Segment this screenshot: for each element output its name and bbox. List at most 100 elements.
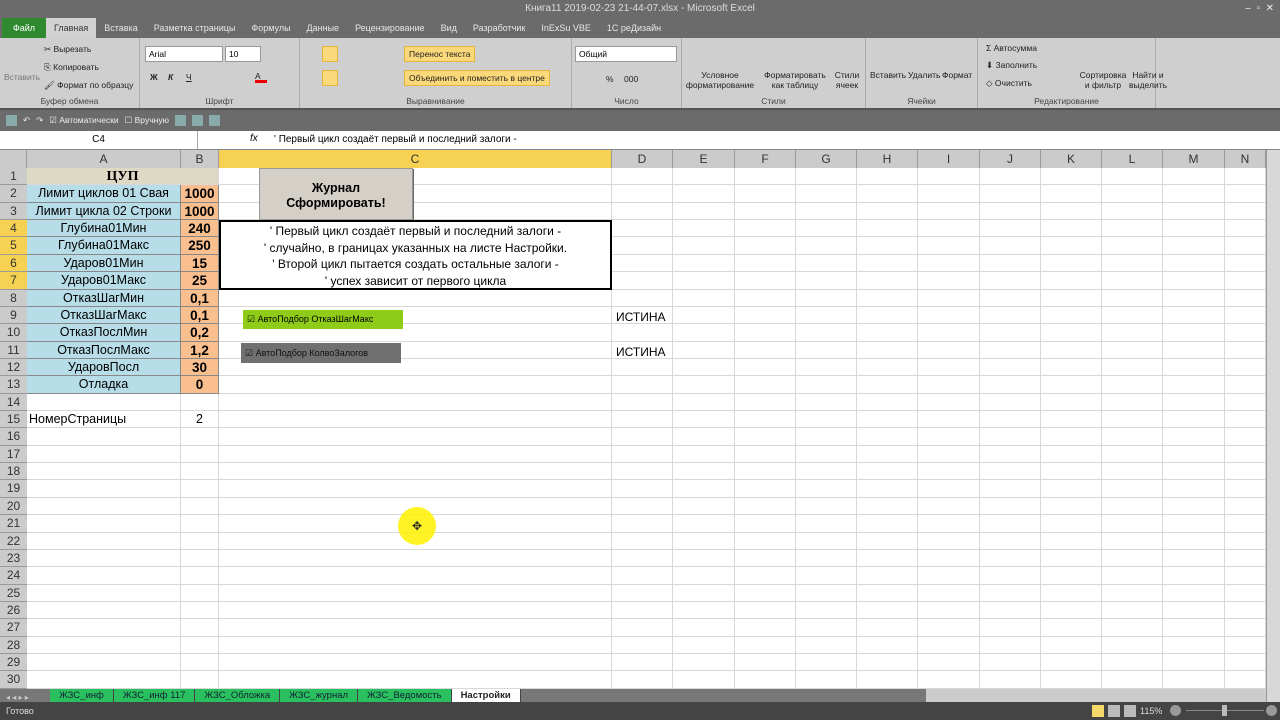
- cell-B28[interactable]: [181, 636, 219, 655]
- cell-J21[interactable]: [980, 515, 1041, 533]
- cell-F9[interactable]: [735, 306, 796, 325]
- cell-D13[interactable]: [612, 376, 673, 394]
- cell-B27[interactable]: [181, 619, 219, 637]
- cell-I13[interactable]: [918, 376, 980, 394]
- cell-H1[interactable]: [857, 168, 918, 186]
- column-header-H[interactable]: H: [857, 150, 918, 168]
- cell-J30[interactable]: [980, 671, 1041, 689]
- cell-A8[interactable]: ОтказШагМин: [27, 289, 181, 307]
- cell-H17[interactable]: [857, 445, 918, 464]
- cell-K13[interactable]: [1041, 376, 1102, 394]
- cut-button[interactable]: ✂ Вырезать: [44, 44, 91, 55]
- cell-J17[interactable]: [980, 445, 1041, 464]
- sort-filter-button[interactable]: Сортировка и фильтр: [1078, 70, 1128, 90]
- cell-D4[interactable]: [612, 220, 673, 238]
- cell-N10[interactable]: [1225, 324, 1266, 342]
- cell-F15[interactable]: [735, 411, 796, 429]
- format-as-table-button[interactable]: Форматировать как таблицу: [762, 70, 828, 90]
- cell-L19[interactable]: [1102, 480, 1163, 498]
- cell-N18[interactable]: [1225, 463, 1266, 481]
- cell-M13[interactable]: [1163, 376, 1225, 394]
- cell-D8[interactable]: [612, 289, 673, 307]
- cell-M26[interactable]: [1163, 602, 1225, 620]
- cell-J5[interactable]: [980, 237, 1041, 255]
- find-select-button[interactable]: Найти и выделить: [1128, 70, 1168, 90]
- row-header[interactable]: 21: [0, 515, 27, 533]
- cell-L26[interactable]: [1102, 602, 1163, 620]
- font-color-icon[interactable]: A: [255, 71, 267, 83]
- zoom-in-icon[interactable]: [1266, 705, 1277, 716]
- cell-M21[interactable]: [1163, 515, 1225, 533]
- cell-M15[interactable]: [1163, 411, 1225, 429]
- cell-K27[interactable]: [1041, 619, 1102, 637]
- cell-F20[interactable]: [735, 497, 796, 516]
- row-header[interactable]: 23: [0, 549, 27, 568]
- cell-D27[interactable]: [612, 619, 673, 637]
- page-layout-icon[interactable]: [1108, 705, 1120, 717]
- cell-N22[interactable]: [1225, 532, 1266, 550]
- cell-F8[interactable]: [735, 289, 796, 307]
- column-header-L[interactable]: L: [1102, 150, 1163, 168]
- cell-F24[interactable]: [735, 567, 796, 585]
- cell-H20[interactable]: [857, 497, 918, 516]
- cell-D17[interactable]: [612, 445, 673, 464]
- cell-B24[interactable]: [181, 567, 219, 585]
- cell-M24[interactable]: [1163, 567, 1225, 585]
- cell-B5[interactable]: 250: [181, 237, 219, 255]
- ribbon-tab[interactable]: Рецензирование: [347, 18, 433, 38]
- sheet-tab[interactable]: ЖЗС_журнал: [280, 689, 359, 702]
- cell-I25[interactable]: [918, 584, 980, 602]
- cell-I4[interactable]: [918, 220, 980, 238]
- cell-L25[interactable]: [1102, 584, 1163, 602]
- cell-F22[interactable]: [735, 532, 796, 550]
- cell-A23[interactable]: [27, 549, 181, 568]
- cell-E19[interactable]: [673, 480, 735, 498]
- cell-F19[interactable]: [735, 480, 796, 498]
- row-header[interactable]: 15: [0, 411, 27, 429]
- row-header[interactable]: 12: [0, 358, 27, 377]
- cell-K15[interactable]: [1041, 411, 1102, 429]
- cell-D16[interactable]: [612, 428, 673, 446]
- cell-L30[interactable]: [1102, 671, 1163, 689]
- cell-B9[interactable]: 0,1: [181, 306, 219, 325]
- cell-N29[interactable]: [1225, 654, 1266, 672]
- cell-C8[interactable]: [219, 289, 612, 307]
- cell-C17[interactable]: [219, 445, 612, 464]
- cell-B16[interactable]: [181, 428, 219, 446]
- cell-B30[interactable]: [181, 671, 219, 689]
- cell-F14[interactable]: [735, 393, 796, 412]
- cell-M23[interactable]: [1163, 549, 1225, 568]
- cell-I14[interactable]: [918, 393, 980, 412]
- cell-D3[interactable]: [612, 202, 673, 221]
- redo-icon[interactable]: ↷: [36, 115, 43, 126]
- cell-E15[interactable]: [673, 411, 735, 429]
- cell-E29[interactable]: [673, 654, 735, 672]
- cell-E11[interactable]: [673, 341, 735, 359]
- cell-G10[interactable]: [796, 324, 857, 342]
- row-header[interactable]: 26: [0, 602, 27, 620]
- cell-M11[interactable]: [1163, 341, 1225, 359]
- cell-J10[interactable]: [980, 324, 1041, 342]
- cell-K10[interactable]: [1041, 324, 1102, 342]
- cell-L11[interactable]: [1102, 341, 1163, 359]
- wrap-text-button[interactable]: Перенос текста: [404, 46, 476, 62]
- cell-H16[interactable]: [857, 428, 918, 446]
- cell-C29[interactable]: [219, 654, 612, 672]
- cell-I26[interactable]: [918, 602, 980, 620]
- cell-J16[interactable]: [980, 428, 1041, 446]
- cell-J3[interactable]: [980, 202, 1041, 221]
- cell-A17[interactable]: [27, 445, 181, 464]
- cell-B13[interactable]: 0: [181, 376, 219, 394]
- cell-B3[interactable]: 1000: [181, 202, 219, 221]
- cell-I21[interactable]: [918, 515, 980, 533]
- cell-J28[interactable]: [980, 636, 1041, 655]
- cell-J11[interactable]: [980, 341, 1041, 359]
- ribbon-tab[interactable]: Вставка: [96, 18, 145, 38]
- cell-A22[interactable]: [27, 532, 181, 550]
- cell-N25[interactable]: [1225, 584, 1266, 602]
- cell-G26[interactable]: [796, 602, 857, 620]
- cell-G27[interactable]: [796, 619, 857, 637]
- cell-B4[interactable]: 240: [181, 220, 219, 238]
- cell-G7[interactable]: [796, 272, 857, 290]
- toolbar-icon[interactable]: [191, 115, 203, 126]
